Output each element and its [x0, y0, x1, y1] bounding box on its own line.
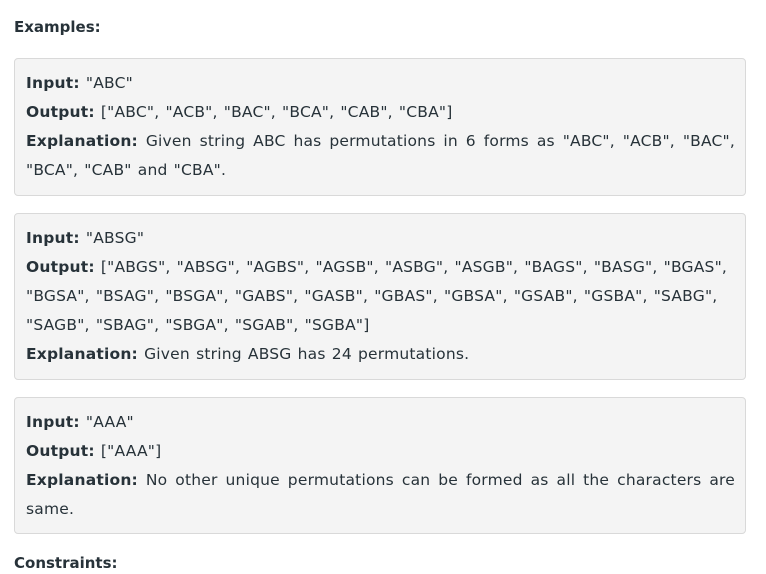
input-label: Input:: [26, 413, 80, 431]
explanation-label: Explanation:: [26, 471, 138, 489]
example-explanation-line: Explanation: No other unique permutation…: [26, 466, 735, 524]
explanation-label: Explanation:: [26, 132, 138, 150]
input-label: Input:: [26, 74, 80, 92]
example-input-line: Input: "ABC": [26, 69, 735, 98]
input-value: "ABSG": [85, 229, 145, 247]
input-value: "AAA": [85, 413, 134, 431]
output-label: Output:: [26, 442, 95, 460]
example-output-line: Output: ["ABGS", "ABSG", "AGBS", "AGSB",…: [26, 253, 735, 340]
examples-heading: Examples:: [14, 18, 101, 36]
example-output-line: Output: ["ABC", "ACB", "BAC", "BCA", "CA…: [26, 98, 735, 127]
input-label: Input:: [26, 229, 80, 247]
constraints-heading: Constraints:: [14, 554, 118, 572]
example-box-2: Input: "ABSG" Output: ["ABGS", "ABSG", "…: [14, 213, 746, 380]
explanation-label: Explanation:: [26, 345, 138, 363]
explanation-value: Given string ABSG has 24 permutations.: [144, 345, 470, 363]
example-input-line: Input: "AAA": [26, 408, 735, 437]
example-explanation-line: Explanation: Given string ABC has permut…: [26, 127, 735, 185]
output-value: ["ABGS", "ABSG", "AGBS", "AGSB", "ASBG",…: [26, 258, 728, 334]
output-value: ["AAA"]: [100, 442, 162, 460]
output-label: Output:: [26, 103, 95, 121]
example-box-3: Input: "AAA" Output: ["AAA"] Explanation…: [14, 397, 746, 534]
example-input-line: Input: "ABSG": [26, 224, 735, 253]
output-value: ["ABC", "ACB", "BAC", "BCA", "CAB", "CBA…: [100, 103, 453, 121]
example-explanation-line: Explanation: Given string ABSG has 24 pe…: [26, 340, 735, 369]
output-label: Output:: [26, 258, 95, 276]
example-box-1: Input: "ABC" Output: ["ABC", "ACB", "BAC…: [14, 58, 746, 196]
example-output-line: Output: ["AAA"]: [26, 437, 735, 466]
input-value: "ABC": [85, 74, 133, 92]
